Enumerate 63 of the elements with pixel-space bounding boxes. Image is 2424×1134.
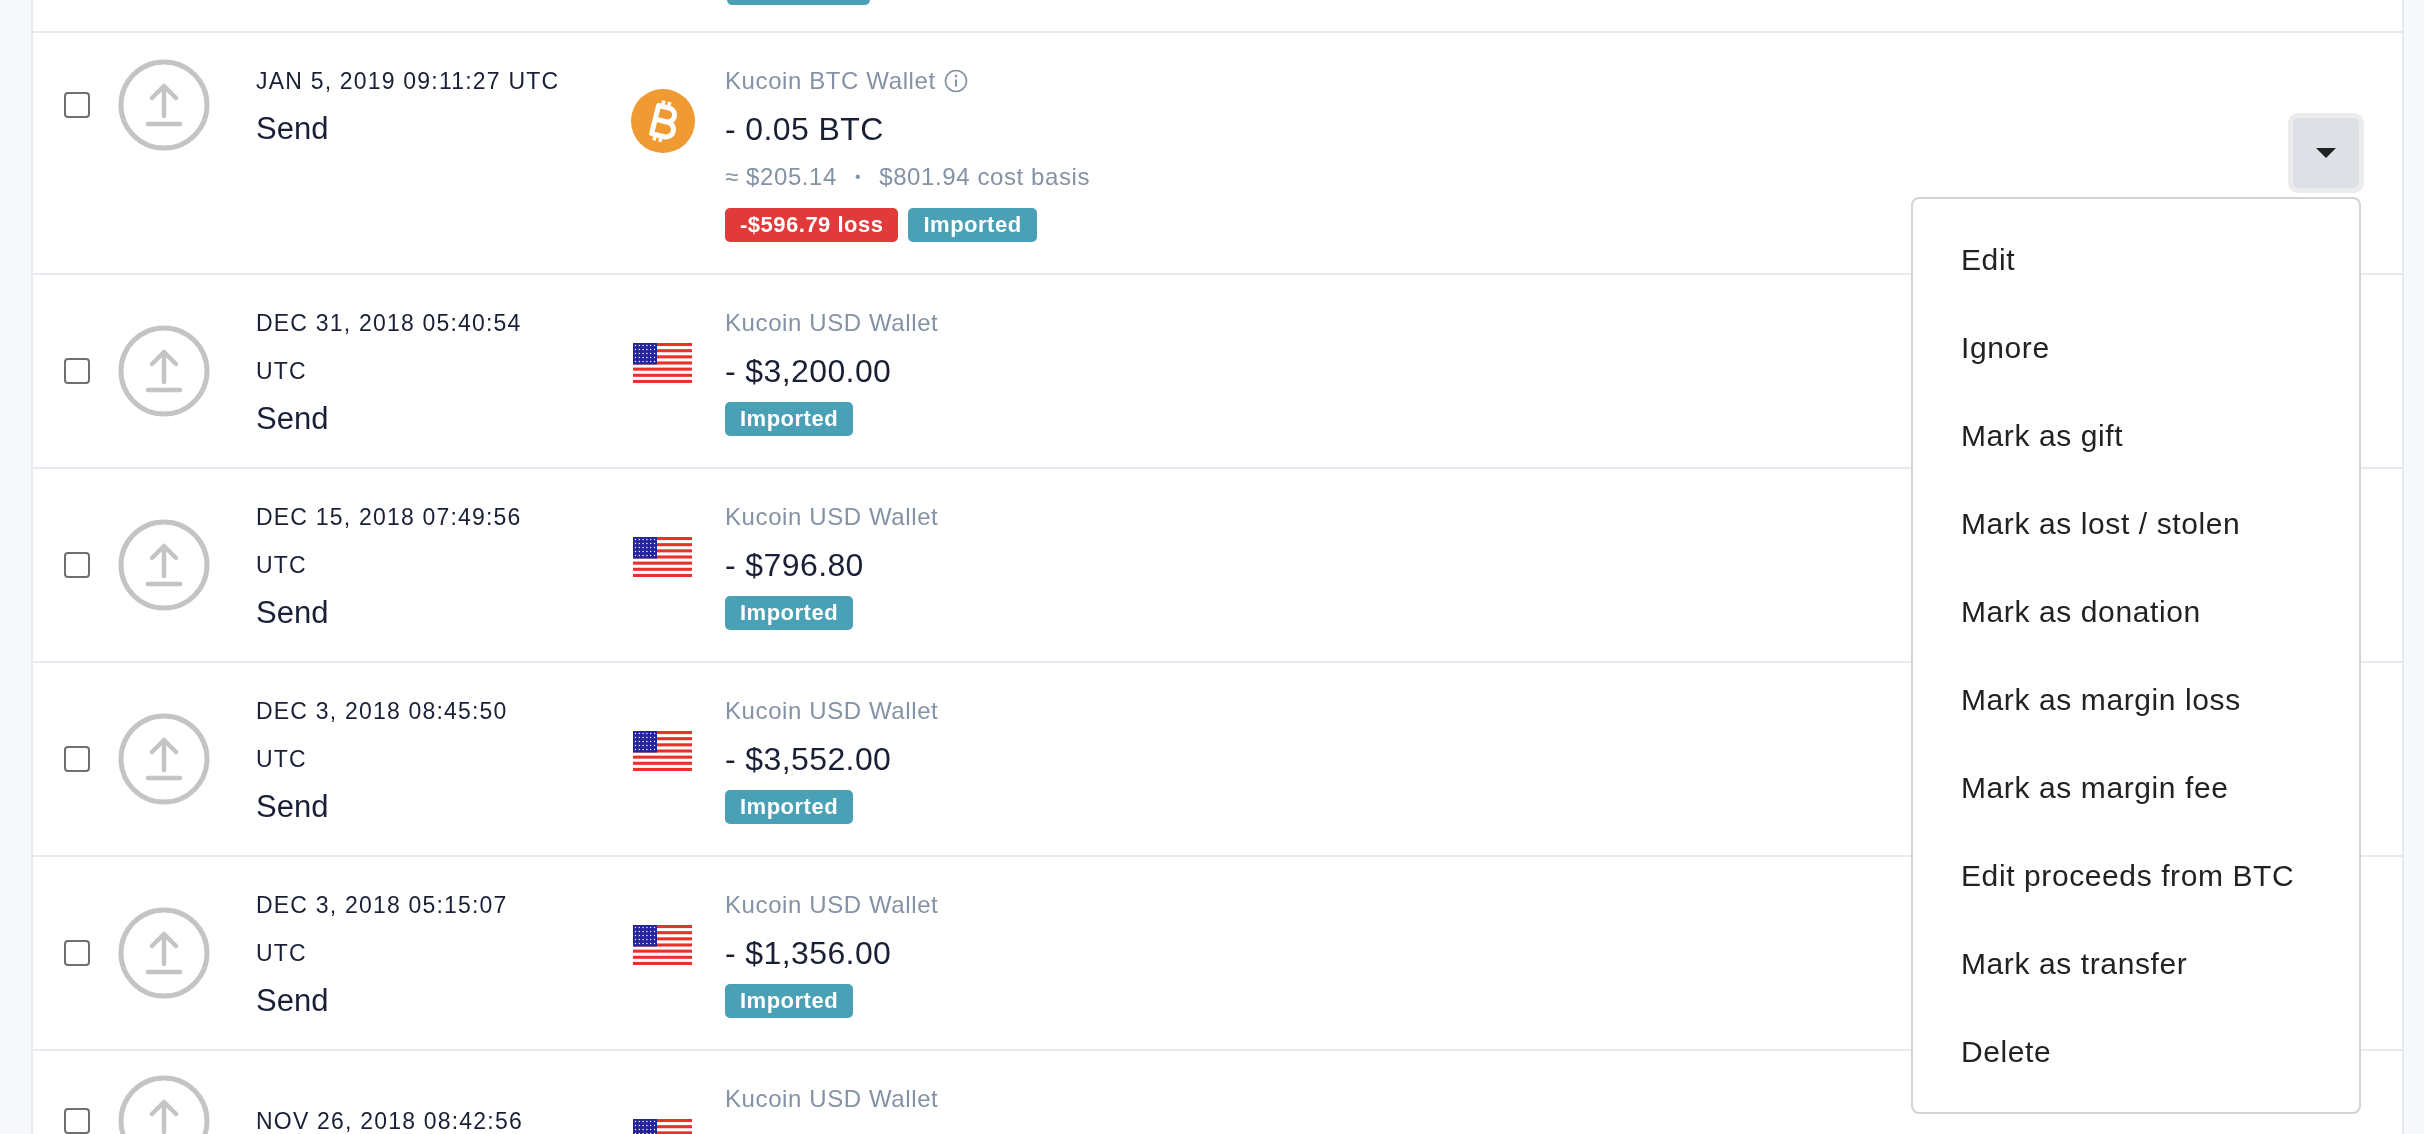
- caret-icon: [2316, 148, 2336, 158]
- menu-item[interactable]: Edit: [1913, 216, 2359, 304]
- checkbox[interactable]: [64, 1108, 90, 1134]
- menu-item[interactable]: Delete: [1913, 1008, 2359, 1096]
- amount-text: - $3,200.00: [725, 351, 893, 391]
- type-text: Send: [256, 110, 330, 148]
- wallet-name: Kucoin USD Wallet: [725, 309, 939, 337]
- menu-item[interactable]: Mark as transfer: [1913, 920, 2359, 1008]
- date-text: DEC 15, 2018 07:49:56: [256, 503, 523, 532]
- wallet-name: Kucoin USD Wallet: [725, 1085, 939, 1113]
- imported-tag: Imported: [725, 402, 854, 436]
- checkbox[interactable]: [64, 358, 90, 384]
- bitcoin-icon: [630, 89, 695, 153]
- menu-item[interactable]: Ignore: [1913, 304, 2359, 392]
- upload-icon: [118, 59, 210, 151]
- imported-tag: Imported: [908, 208, 1037, 242]
- imported-tag: Imported: [725, 790, 854, 824]
- menu-item[interactable]: Mark as margin fee: [1913, 744, 2359, 832]
- amount-text: - $1,356.00: [725, 933, 893, 973]
- checkbox[interactable]: [64, 552, 90, 578]
- checkbox[interactable]: [64, 940, 90, 966]
- flag-icon: [633, 537, 692, 577]
- date-text: UTC: [256, 357, 308, 386]
- type-text: Send: [256, 982, 330, 1020]
- upload-icon: [118, 713, 210, 805]
- type-text: Send: [256, 788, 330, 826]
- amount-text: - $796.80: [725, 545, 865, 585]
- separator-dot: •: [855, 168, 862, 186]
- menu-item[interactable]: Mark as donation: [1913, 568, 2359, 656]
- menu-item[interactable]: Mark as gift: [1913, 392, 2359, 480]
- date-text: DEC 3, 2018 08:45:50: [256, 697, 509, 726]
- wallet-name: Kucoin BTC Wallet: [725, 67, 936, 95]
- date-text: NOV 26, 2018 08:42:56: [256, 1107, 524, 1134]
- info-icon[interactable]: [943, 69, 968, 93]
- date-text: DEC 3, 2018 05:15:07: [256, 891, 509, 920]
- type-text: Send: [256, 400, 330, 438]
- wallet-name: Kucoin USD Wallet: [725, 503, 939, 531]
- wallet-name: Kucoin USD Wallet: [725, 891, 939, 919]
- menu-item[interactable]: Mark as lost / stolen: [1913, 480, 2359, 568]
- checkbox[interactable]: [64, 92, 90, 118]
- amount-text: - 0.05 BTC: [725, 109, 885, 149]
- cost-basis-text: $801.94 cost basis: [879, 163, 1091, 191]
- date-text: UTC: [256, 939, 308, 968]
- menu-item[interactable]: Edit proceeds from BTC: [1913, 832, 2359, 920]
- imported-tag: Imported: [725, 984, 854, 1018]
- upload-icon: [118, 907, 210, 999]
- flag-icon: [633, 731, 692, 771]
- flag-icon: [633, 343, 692, 383]
- value-text: ≈ $205.14: [725, 163, 837, 191]
- imported-tag: Imported: [725, 596, 854, 630]
- wallet-name: Kucoin USD Wallet: [725, 697, 939, 725]
- upload-icon: [118, 519, 210, 611]
- loss-tag: -$596.79 loss: [725, 208, 899, 242]
- date-text: DEC 31, 2018 05:40:54: [256, 309, 523, 338]
- menu-item[interactable]: Mark as margin loss: [1913, 656, 2359, 744]
- type-text: Send: [256, 594, 330, 632]
- amount-text: - $3,552.00: [725, 739, 893, 779]
- upload-icon: [118, 325, 210, 417]
- date-text: UTC: [256, 551, 308, 580]
- date-text: UTC: [256, 745, 308, 774]
- date-text: JAN 5, 2019 09:11:27 UTC: [256, 67, 561, 96]
- flag-icon: [633, 925, 692, 965]
- checkbox[interactable]: [64, 746, 90, 772]
